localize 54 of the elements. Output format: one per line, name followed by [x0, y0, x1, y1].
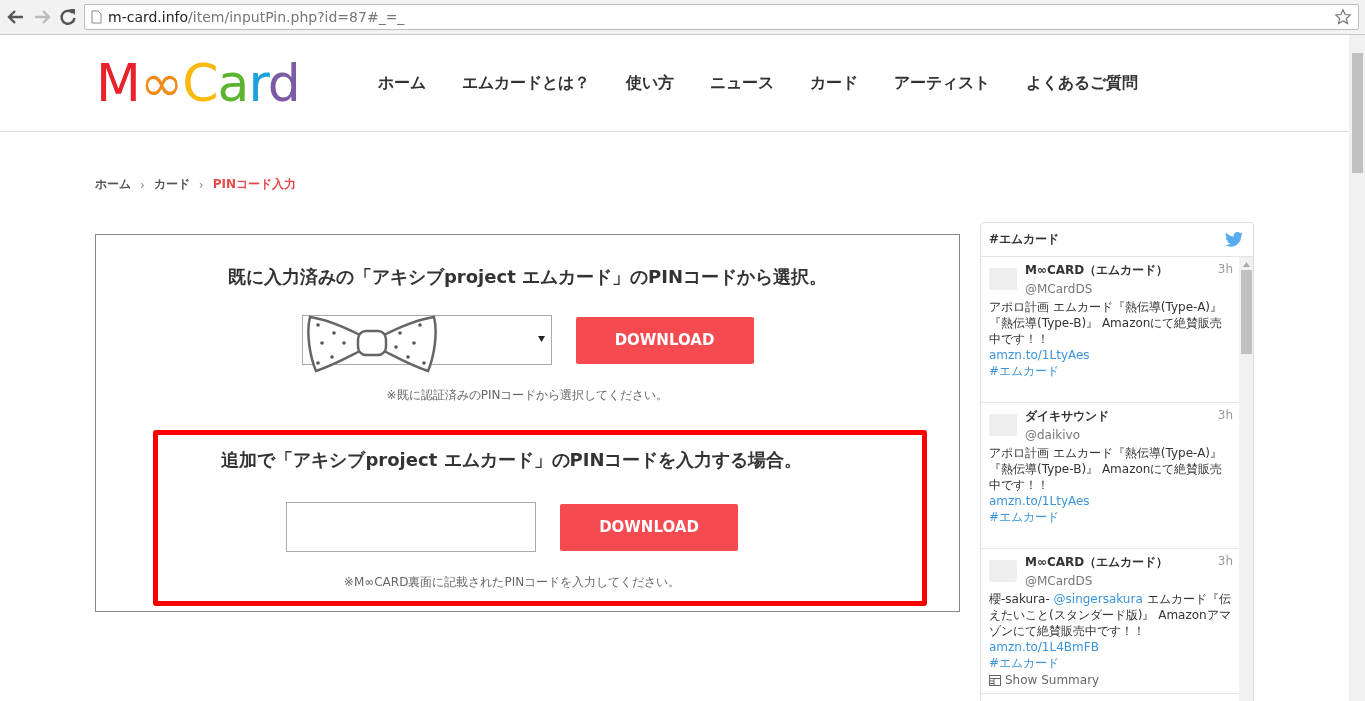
breadcrumb-link[interactable]: ホーム	[95, 176, 131, 193]
nav-link[interactable]: アーティスト	[893, 72, 990, 94]
author-name[interactable]: M∞CARD（エムカード）	[1025, 554, 1169, 571]
show-summary-link[interactable]: Show Summary	[1005, 673, 1100, 687]
hashtag-link[interactable]: #エムカード	[989, 655, 1233, 671]
nav-link[interactable]: よくあるご質問	[1025, 72, 1138, 94]
hashtag-link[interactable]: #エムカード	[989, 509, 1233, 525]
nav-link[interactable]: カード	[809, 72, 858, 94]
author-handle[interactable]: @MCardDS	[1025, 282, 1233, 296]
dropdown-arrow-icon	[537, 336, 545, 342]
tweet-link[interactable]: amzn.to/1LtyAes	[989, 347, 1233, 363]
scrollbar-thumb[interactable]	[1240, 270, 1252, 354]
hint-text: ※M∞CARD裏面に記載されたPINコードを入力してください。	[343, 574, 681, 591]
scroll-up-icon[interactable]	[1242, 262, 1250, 267]
author-handle[interactable]: @MCardDS	[1025, 574, 1233, 588]
tweet-text: 櫻-sakura- @singersakura エムカード『伝えたいこと(スタンダード版)』 Amazonアマゾンにて絶賛販売中です！！	[989, 591, 1232, 639]
breadcrumb-current: PINコード入力	[212, 176, 296, 193]
breadcrumb-separator: ›	[198, 177, 204, 192]
tweet-text: アポロ計画 エムカード『熱伝導(Type-A)』『熱伝導(Type-B)』 Amazonにて絶賛販売中です！！	[989, 445, 1224, 493]
reload-icon[interactable]	[58, 7, 78, 27]
nav-link[interactable]: 使い方	[625, 72, 674, 94]
nav-link[interactable]: ニュース	[709, 72, 774, 94]
address-bar[interactable]: m-card.info/item/inputPin.php?id=87#_=_	[84, 4, 1359, 30]
nav-link[interactable]: ホーム	[377, 72, 426, 94]
nav-link[interactable]: エムカードとは？	[461, 72, 590, 94]
widget-title: #エムカード	[989, 231, 1060, 248]
tweet-time[interactable]: 3h	[1217, 408, 1233, 425]
logo[interactable]: M∞Card	[96, 57, 300, 109]
tweet-time[interactable]: 3h	[1217, 262, 1233, 279]
pin-input-field[interactable]	[286, 502, 536, 552]
page-scrollbar[interactable]	[1349, 35, 1365, 701]
bird-icon[interactable]	[1225, 232, 1243, 247]
hashtag-link[interactable]: #エムカード	[989, 363, 1233, 379]
section-heading: 既に入力済みの「アキシブproject エムカード」のPINコードから選択。	[228, 265, 827, 289]
mention-link[interactable]: @singersakura	[1053, 592, 1143, 606]
url-text: m-card.info/item/inputPin.php?id=87#_=_	[108, 9, 405, 25]
tweet-link[interactable]: amzn.to/1L4BmFB	[989, 639, 1233, 655]
tweet-text: アポロ計画 エムカード『熱伝導(Type-A)』『熱伝導(Type-B)』 Amazonにて絶賛販売中です！！	[989, 299, 1224, 347]
summary-icon	[989, 674, 1001, 686]
hint-text: ※既に認証済みのPINコードから選択してください。	[386, 387, 669, 404]
page-icon	[91, 10, 102, 24]
author-name[interactable]: ダイキサウンド	[1025, 408, 1109, 425]
scrollbar-thumb[interactable]	[1351, 53, 1363, 173]
section-heading: 追加で「アキシブproject エムカード」のPINコードを入力する場合。	[221, 448, 803, 472]
breadcrumb-link[interactable]: カード	[153, 176, 190, 193]
download-button[interactable]: DOWNLOAD	[575, 316, 754, 364]
author-name[interactable]: M∞CARD（エムカード）	[1025, 262, 1169, 279]
tweet-link[interactable]: amzn.to/1LtyAes	[989, 493, 1233, 509]
tweet-time[interactable]: 3h	[1217, 554, 1233, 571]
download-button[interactable]: DOWNLOAD	[560, 503, 738, 551]
star-icon[interactable]	[1334, 8, 1352, 26]
breadcrumb-separator: ›	[140, 177, 145, 192]
author-handle[interactable]: @daikivo	[1025, 428, 1233, 442]
widget-scrollbar[interactable]	[1239, 257, 1253, 701]
